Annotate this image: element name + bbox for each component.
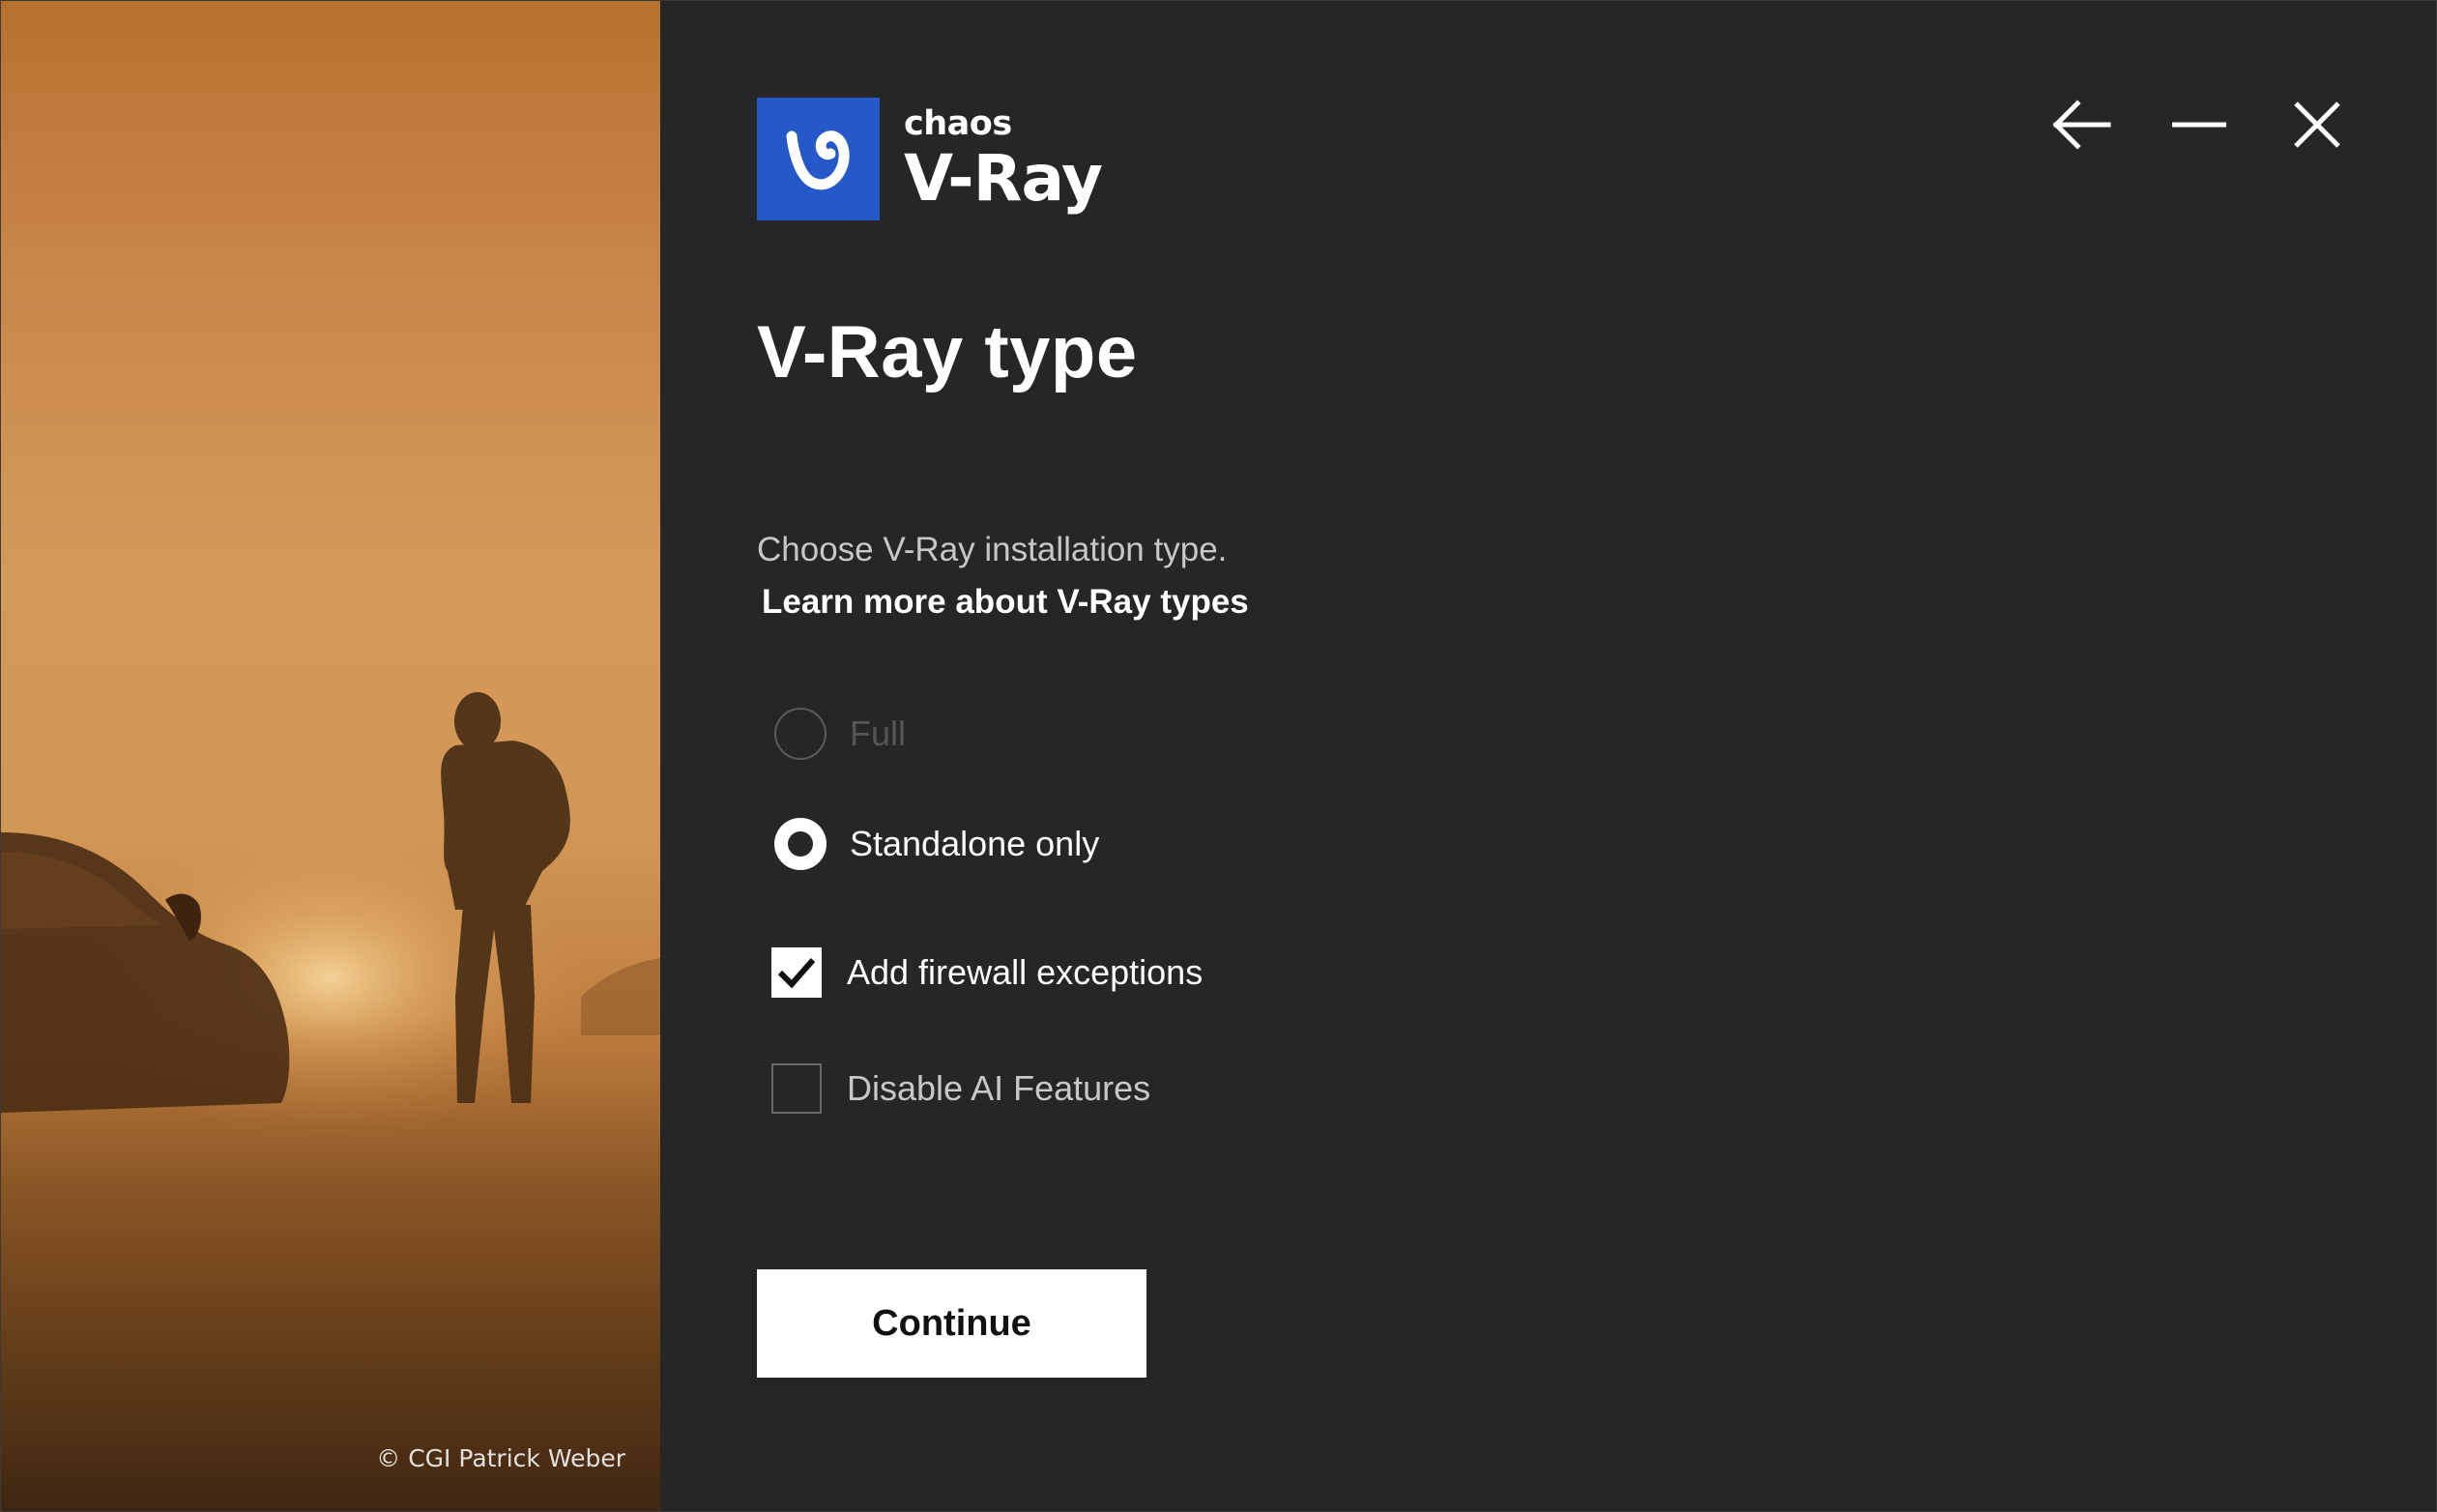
window-controls xyxy=(2049,96,2349,154)
product-name: V-Ray xyxy=(904,141,1103,216)
checkbox-firewall-label: Add firewall exceptions xyxy=(847,952,1204,992)
content-panel: chaos V-Ray V-Ray type Choose V-Ray inst… xyxy=(660,1,2436,1511)
arrow-left-icon xyxy=(2052,100,2111,150)
logo-text: chaos V-Ray xyxy=(904,104,1103,216)
vray-logo: chaos V-Ray xyxy=(757,98,1103,220)
page-subtitle: Choose V-Ray installation type. xyxy=(757,531,1228,568)
checkbox-disable-ai[interactable] xyxy=(771,1063,822,1114)
checkbox-option-disable-ai[interactable]: Disable AI Features xyxy=(771,1063,1150,1114)
minimize-button[interactable] xyxy=(2167,96,2231,154)
close-icon xyxy=(2294,102,2340,148)
checkbox-firewall[interactable] xyxy=(771,947,822,998)
page-title: V-Ray type xyxy=(757,311,1138,393)
radio-standalone-label: Standalone only xyxy=(850,824,1100,863)
radio-full-label: Full xyxy=(850,713,907,753)
vray-logo-icon xyxy=(757,98,880,220)
hero-image: © CGI Patrick Weber xyxy=(1,1,660,1511)
close-button[interactable] xyxy=(2285,96,2349,154)
minimize-icon xyxy=(2172,122,2226,128)
checkbox-option-firewall[interactable]: Add firewall exceptions xyxy=(771,947,1203,998)
radio-option-full[interactable]: Full xyxy=(774,708,906,760)
checkbox-disable-ai-label: Disable AI Features xyxy=(847,1068,1151,1108)
installer-window: © CGI Patrick Weber chaos V-Ray V-Ray ty… xyxy=(0,0,2437,1512)
radio-option-standalone[interactable]: Standalone only xyxy=(774,818,1099,870)
radio-standalone[interactable] xyxy=(774,818,827,870)
back-button[interactable] xyxy=(2049,96,2113,154)
learn-more-link[interactable]: Learn more about V-Ray types xyxy=(762,583,1249,622)
checkmark-icon xyxy=(777,958,816,989)
hero-illustration xyxy=(1,692,660,1511)
continue-button[interactable]: Continue xyxy=(757,1269,1146,1378)
company-name: chaos xyxy=(904,104,1012,143)
radio-full[interactable] xyxy=(774,708,827,760)
image-credit: © CGI Patrick Weber xyxy=(376,1444,625,1472)
